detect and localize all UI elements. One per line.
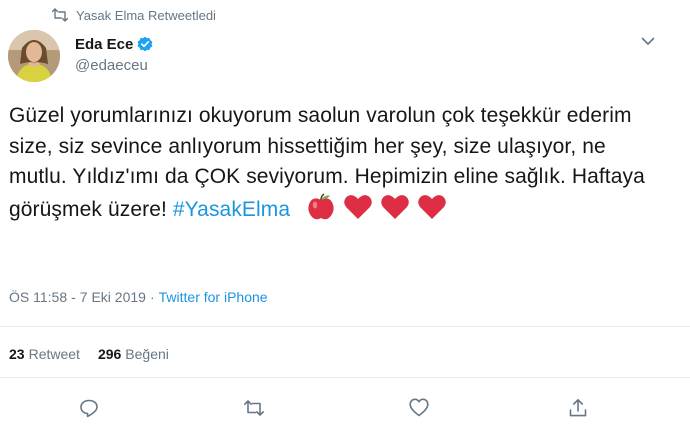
share-button[interactable] [567,398,589,423]
red-heart-icon [417,193,447,221]
retweet-button[interactable] [243,399,265,421]
red-apple-icon [306,192,336,221]
tweet-date[interactable]: 7 Eki 2019 [80,289,146,305]
retweet-count-value: 23 [9,346,25,362]
tweet-meta: ÖS 11:58 - 7 Eki 2019 · Twitter for iPho… [9,288,268,306]
verified-badge-icon [137,36,153,52]
divider [0,377,690,378]
retweet-context: Yasak Elma Retweetledi [52,6,216,24]
retweet-count[interactable]: 23 Retweet [9,346,80,362]
retweet-icon [52,8,68,22]
meta-separator: · [149,289,155,305]
red-heart-icon [380,193,410,221]
like-count[interactable]: 296 Beğeni [98,346,169,362]
like-count-value: 296 [97,346,122,362]
more-options-button[interactable] [640,34,656,50]
profile-photo-icon [8,30,60,82]
red-heart-icon [343,193,373,221]
avatar[interactable] [8,30,60,82]
share-icon [568,398,588,423]
tweet-time[interactable]: ÖS 11:58 [9,289,67,305]
divider [0,326,690,327]
display-name[interactable]: Eda Ece [75,36,133,53]
meta-separator: - [71,289,76,305]
emoji-row [306,192,454,221]
like-button[interactable] [408,398,430,422]
tweet-stats: 23 Retweet 296 Beğeni [9,344,187,364]
chevron-down-icon [641,33,655,51]
like-icon [409,398,429,422]
tweet-actions [0,398,690,423]
retweet-count-label: Retweet [28,346,80,362]
handle[interactable]: @edaeceu [75,57,153,74]
retweet-icon [243,399,265,422]
reply-button[interactable] [78,399,100,421]
tweet-text: Güzel yorumlarınızı okuyorum saolun varo… [9,101,669,225]
like-count-label: Beğeni [125,346,169,362]
reply-icon [79,398,99,423]
hashtag-link[interactable]: #YasakElma [173,198,290,221]
retweet-context-text[interactable]: Yasak Elma Retweetledi [76,8,216,23]
tweet-source-link[interactable]: Twitter for iPhone [159,289,268,305]
author-block: Eda Ece @edaeceu [75,34,153,74]
